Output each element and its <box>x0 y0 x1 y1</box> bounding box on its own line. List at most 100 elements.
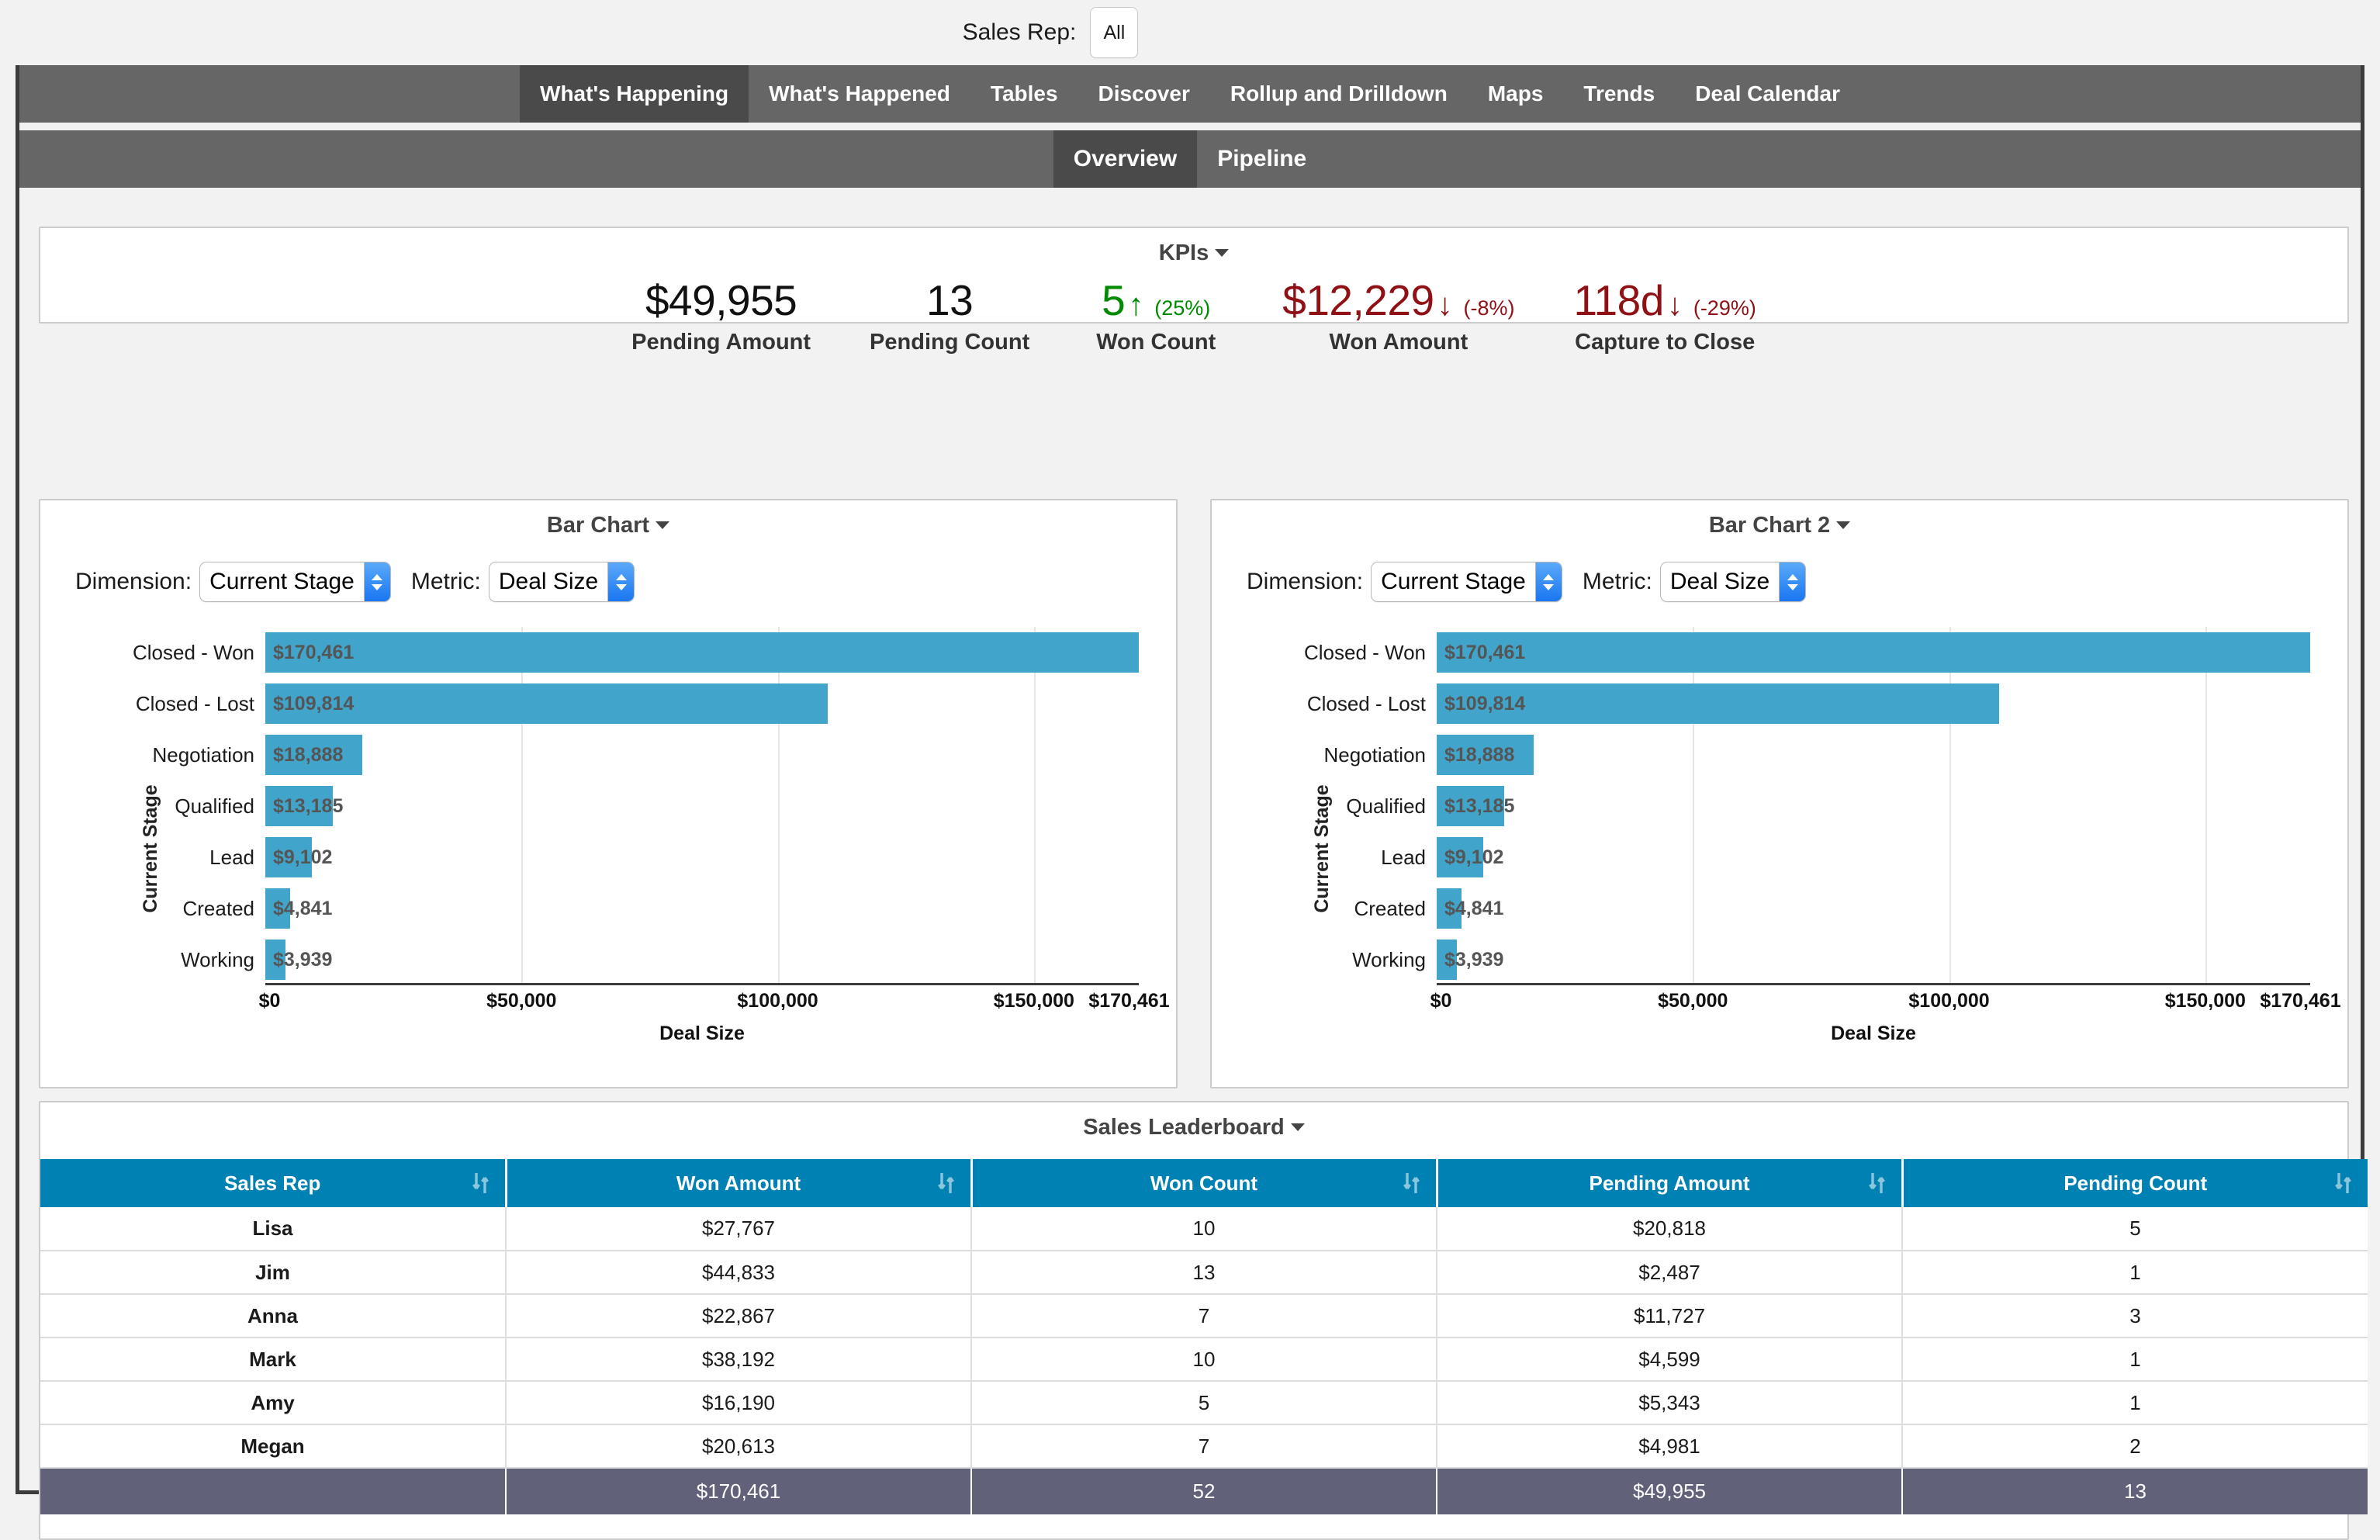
nav-item-discover[interactable]: Discover <box>1078 65 1210 123</box>
sort-icon[interactable] <box>2335 1171 2352 1195</box>
sales-leaderboard-title-label: Sales Leaderboard <box>1083 1115 1285 1140</box>
sort-icon[interactable] <box>472 1171 489 1195</box>
nav-item-deal-calendar[interactable]: Deal Calendar <box>1675 65 1860 123</box>
stepper-icon[interactable] <box>607 562 635 601</box>
table-cell: $11,727 <box>1437 1294 1903 1338</box>
subnav-item-overview[interactable]: Overview <box>1053 130 1198 188</box>
bar-value-label: $170,461 <box>273 641 355 663</box>
bar-row[interactable]: Lead $9,102 <box>1381 832 2310 883</box>
column-header-pending-amount[interactable]: Pending Amount <box>1437 1159 1904 1207</box>
bar-row[interactable]: Closed - Won $170,461 <box>133 627 1139 678</box>
table-row[interactable]: Lisa $27,767 10 $20,818 5 <box>40 1207 2368 1251</box>
table-row[interactable]: Jim $44,833 13 $2,487 1 <box>40 1251 2368 1295</box>
metric-select[interactable]: Deal Size <box>1659 562 1807 602</box>
bar-value-label: $3,939 <box>273 948 333 971</box>
sales-leaderboard-title[interactable]: Sales Leaderboard <box>40 1102 2347 1140</box>
table-cell: 5 <box>1902 1207 2368 1251</box>
nav-item-trends[interactable]: Trends <box>1563 65 1675 123</box>
bar-chart-2-title-label: Bar Chart 2 <box>1708 513 1831 538</box>
bar-category-label: Qualified <box>175 794 254 818</box>
bar-chart-2-plot: Current Stage Closed - Won $170,461 Closed … <box>1212 616 2347 1081</box>
sales-rep-filter-label: Sales Rep: <box>962 19 1077 45</box>
table-cell: $38,192 <box>506 1338 972 1382</box>
plot-area: Closed - Won $170,461 Closed - Lost $109,81… <box>133 627 1139 985</box>
kpi-won-count: 5 ↑ (25%) Won Count <box>1059 276 1253 355</box>
x-tick-label: $100,000 <box>1908 990 1990 1012</box>
bar-row[interactable]: Created $4,841 <box>183 883 1139 934</box>
arrow-down-icon: ↓ <box>1666 288 1683 322</box>
kpi-panel-title-label: KPIs <box>1158 241 1209 265</box>
bar-chart-controls: Dimension: Current Stage Metric: Deal Si… <box>40 562 1176 602</box>
column-header-sales-rep[interactable]: Sales Rep <box>40 1159 507 1207</box>
nav-item-maps[interactable]: Maps <box>1468 65 1564 123</box>
x-tick-label: $170,461 <box>1088 990 1170 1012</box>
bar-row[interactable]: Created $4,841 <box>1354 883 2310 934</box>
table-cell: 5 <box>971 1381 1437 1425</box>
column-header-label: Sales Rep <box>224 1171 321 1195</box>
sort-icon[interactable] <box>1868 1171 1886 1195</box>
dimension-select[interactable]: Current Stage <box>199 562 391 602</box>
x-tick-label: $0 <box>1430 990 1452 1012</box>
x-tick-label: $100,000 <box>737 990 818 1012</box>
chevron-down-icon <box>1836 521 1851 529</box>
nav-item-what-s-happened[interactable]: What's Happened <box>749 65 970 123</box>
column-header-won-count[interactable]: Won Count <box>971 1159 1438 1207</box>
bar-chart-2-panel: Bar Chart 2 Dimension: Current Stage Met… <box>1210 499 2349 1088</box>
table-cell: $20,613 <box>506 1424 972 1469</box>
table-row[interactable]: Anna $22,867 7 $11,727 3 <box>40 1294 2368 1338</box>
column-header-won-amount[interactable]: Won Amount <box>506 1159 973 1207</box>
chevron-down-icon <box>1290 1123 1305 1131</box>
kpi-number: 5 <box>1102 276 1126 324</box>
sales-rep-filter-select[interactable]: All <box>1090 7 1139 58</box>
x-axis-ticks: $0 $50,000 $100,000 $150,000 $170,461 <box>1430 990 2341 1015</box>
column-header-label: Won Count <box>1150 1171 1258 1195</box>
secondary-nav: Overview Pipeline <box>19 130 2361 188</box>
dimension-select[interactable]: Current Stage <box>1371 562 1562 602</box>
nav-item-tables[interactable]: Tables <box>970 65 1078 123</box>
metric-select-value: Deal Size <box>498 569 599 594</box>
table-row[interactable]: Megan $20,613 7 $4,981 2 <box>40 1424 2368 1469</box>
table-row[interactable]: Mark $38,192 10 $4,599 1 <box>40 1338 2368 1382</box>
x-axis-title: Deal Size <box>659 1023 745 1044</box>
stepper-icon[interactable] <box>363 562 390 601</box>
bar[interactable] <box>1437 632 2310 673</box>
dimension-select-value: Current Stage <box>1381 569 1526 594</box>
bar-row[interactable]: Qualified $13,185 <box>175 780 1139 832</box>
bar-row[interactable]: Closed - Lost $109,814 <box>136 678 1139 729</box>
metric-select[interactable]: Deal Size <box>488 562 635 602</box>
column-header-label: Pending Count <box>2063 1171 2208 1195</box>
column-header-pending-count[interactable]: Pending Count <box>1902 1159 2368 1207</box>
kpi-label: Capture to Close <box>1575 329 1756 355</box>
bar-value-label: $109,814 <box>273 692 355 715</box>
table-cell: 1 <box>1902 1381 2368 1425</box>
kpi-panel-title[interactable]: KPIs <box>40 228 2347 266</box>
table-cell: 7 <box>971 1424 1437 1469</box>
sort-icon[interactable] <box>1403 1171 1420 1195</box>
y-axis-title: Current Stage <box>140 784 162 913</box>
sort-icon[interactable] <box>937 1171 955 1195</box>
column-header-label: Won Amount <box>676 1171 801 1195</box>
bar-row[interactable]: Closed - Won $170,461 <box>1304 627 2310 678</box>
bar-row[interactable]: Negotiation $18,888 <box>1323 729 2310 780</box>
bar[interactable] <box>265 632 1139 673</box>
bar-row[interactable]: Lead $9,102 <box>209 832 1139 883</box>
bar-category-label: Closed - Won <box>1303 640 1426 664</box>
bar-row[interactable]: Working $3,939 <box>1352 934 2310 985</box>
bar-row[interactable]: Working $3,939 <box>181 934 1139 985</box>
nav-item-what-s-happening[interactable]: What's Happening <box>520 65 749 123</box>
bar-row[interactable]: Negotiation $18,888 <box>152 729 1139 780</box>
kpi-label: Won Amount <box>1329 329 1468 355</box>
bar-row[interactable]: Qualified $13,185 <box>1346 780 2310 832</box>
stepper-icon[interactable] <box>1779 562 1806 601</box>
bar-category-label: Lead <box>209 845 254 869</box>
bar-chart-title[interactable]: Bar Chart <box>40 500 1176 538</box>
table-cell: Lisa <box>40 1207 507 1251</box>
nav-item-rollup-and-drilldown[interactable]: Rollup and Drilldown <box>1210 65 1468 123</box>
subnav-item-pipeline[interactable]: Pipeline <box>1197 130 1327 188</box>
bar-value-label: $13,185 <box>1444 794 1515 817</box>
bar-row[interactable]: Closed - Lost $109,814 <box>1307 678 2310 729</box>
bar-chart-2-title[interactable]: Bar Chart 2 <box>1212 500 2347 538</box>
stepper-icon[interactable] <box>1534 562 1562 601</box>
kpi-number: 13 <box>926 276 974 324</box>
table-row[interactable]: Amy $16,190 5 $5,343 1 <box>40 1381 2368 1425</box>
